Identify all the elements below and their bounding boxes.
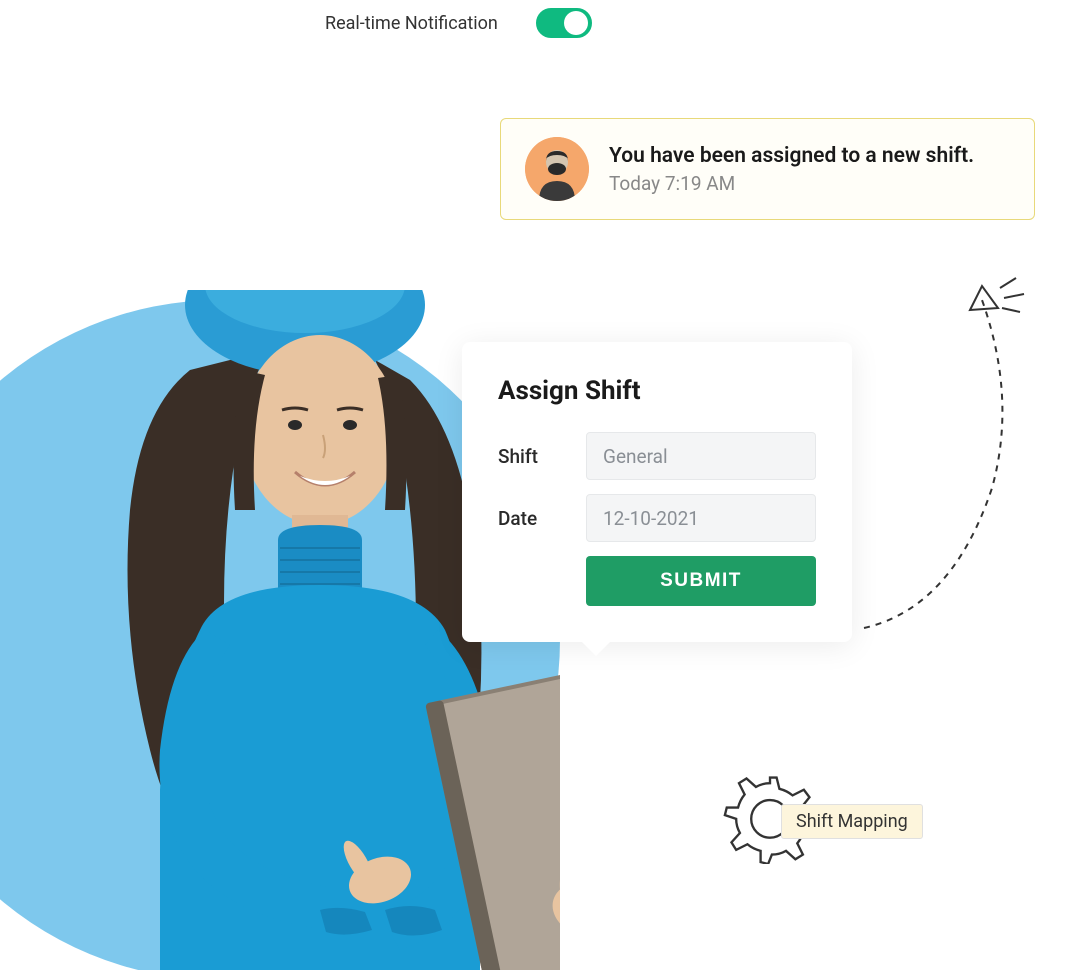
notification-title: You have been assigned to a new shift. xyxy=(609,144,974,168)
avatar xyxy=(525,137,589,201)
realtime-notification-toggle[interactable] xyxy=(536,8,592,38)
toggle-knob xyxy=(564,11,588,35)
notification-card[interactable]: You have been assigned to a new shift. T… xyxy=(500,118,1035,220)
submit-button[interactable]: SUBMIT xyxy=(586,556,816,606)
shift-input[interactable]: General xyxy=(586,432,816,480)
date-input[interactable]: 12-10-2021 xyxy=(586,494,816,542)
assign-shift-title: Assign Shift xyxy=(498,376,816,406)
shift-mapping-label[interactable]: Shift Mapping xyxy=(781,804,923,839)
date-field-label: Date xyxy=(498,507,586,530)
realtime-notification-label: Real-time Notification xyxy=(325,13,498,34)
shift-field-label: Shift xyxy=(498,445,586,468)
assign-shift-card: Assign Shift Shift General Date 12-10-20… xyxy=(462,342,852,642)
flow-arrow-icon xyxy=(852,268,1052,638)
notification-timestamp: Today 7:19 AM xyxy=(609,172,974,195)
